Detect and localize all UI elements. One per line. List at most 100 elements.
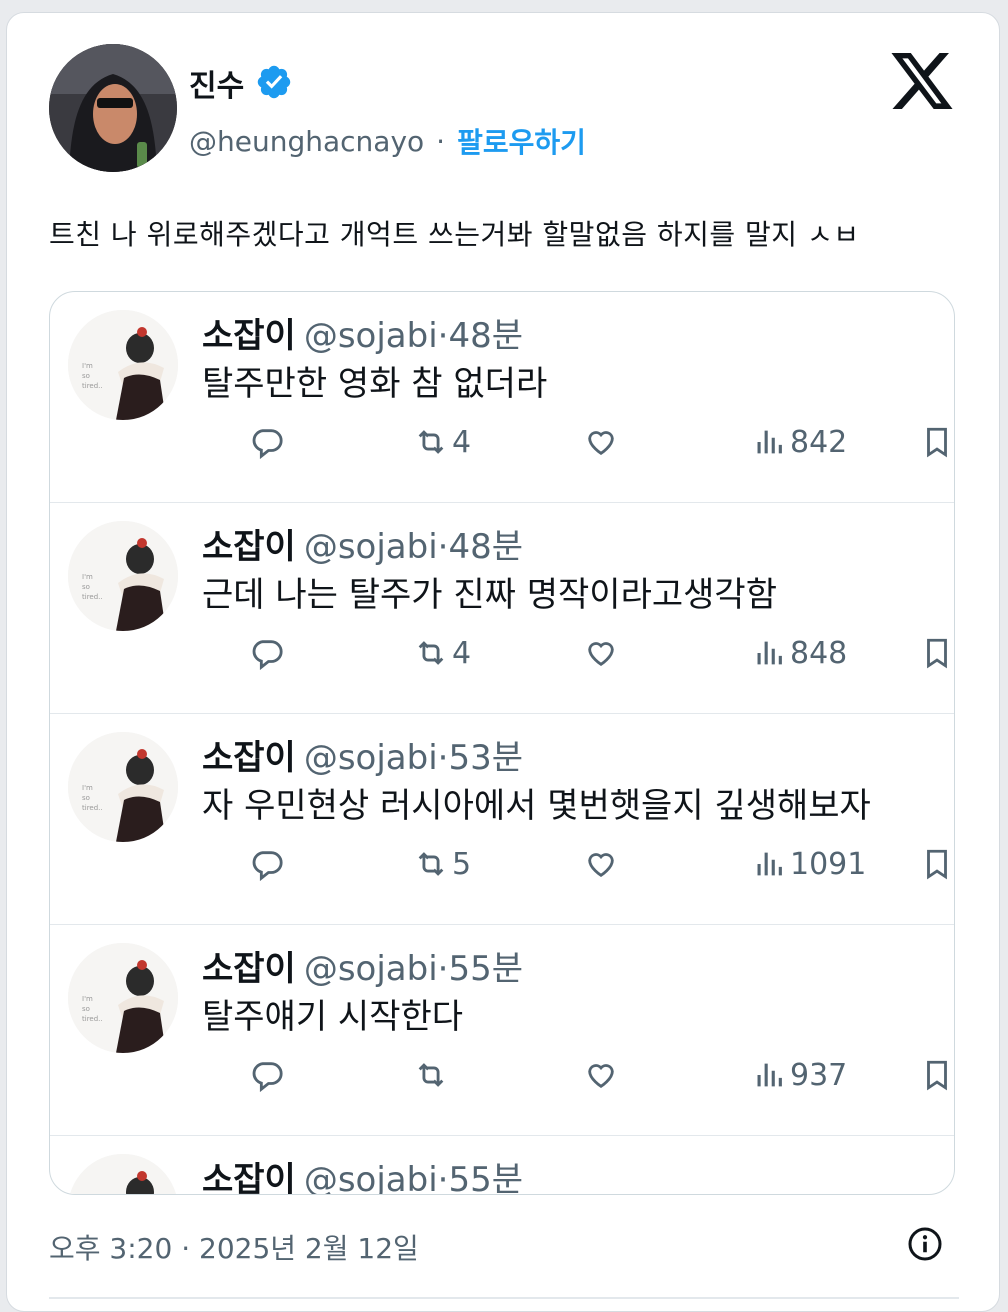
reply-author-handle[interactable]: @sojabi [304, 1160, 438, 1194]
reply-author-handle[interactable]: @sojabi [304, 527, 438, 567]
retweet-button[interactable] [414, 1053, 452, 1097]
bookmark-icon [927, 1060, 947, 1091]
reply-author-name[interactable]: 소잡이 [202, 738, 296, 778]
reply-tweet[interactable]: I'm so tired.. 소잡이 @sojabi·55분탈주얘기 시작한다 937 [50, 925, 954, 1136]
bookmark-button[interactable] [920, 842, 954, 886]
bookmark-button[interactable] [920, 631, 954, 675]
retweet-count: 5 [452, 846, 472, 882]
reply-author-name[interactable]: 소잡이 [202, 1160, 296, 1194]
reply-button[interactable] [250, 842, 284, 886]
separator-dot: · [436, 124, 446, 158]
follow-button[interactable]: 팔로우하기 [457, 121, 586, 161]
svg-text:tired..: tired.. [82, 804, 103, 812]
reply-icon [252, 851, 283, 881]
reply-header: 소잡이 @sojabi·55분 [202, 941, 523, 990]
reply-time: ·48분 [437, 316, 524, 356]
svg-text:I'm: I'm [82, 362, 93, 370]
like-button[interactable] [584, 420, 618, 464]
reply-avatar[interactable]: I'm so tired.. [68, 943, 178, 1053]
reply-avatar[interactable]: I'm so tired.. [68, 521, 178, 631]
divider [49, 1297, 959, 1299]
reply-author-name[interactable]: 소잡이 [202, 949, 296, 989]
retweet-button[interactable]: 5 [414, 842, 471, 886]
reply-icon [252, 429, 283, 459]
views-count: 848 [790, 635, 848, 671]
reply-tweet[interactable]: I'msotired.. 소잡이@sojabi·55분 [50, 1136, 954, 1194]
reply-author-name[interactable]: 소잡이 [202, 316, 296, 356]
reply-actions: 4 848 [200, 631, 947, 675]
retweet-count: 4 [452, 424, 472, 460]
retweet-icon [418, 641, 444, 665]
like-button[interactable] [584, 842, 618, 886]
reply-actions: 4 842 [200, 420, 947, 464]
reply-icon [252, 640, 283, 670]
reply-author-name[interactable]: 소잡이 [202, 527, 296, 567]
reply-author-handle[interactable]: @sojabi [304, 316, 438, 356]
retweet-button[interactable]: 4 [414, 420, 471, 464]
svg-text:I'm: I'm [82, 995, 93, 1003]
retweet-button[interactable]: 4 [414, 631, 471, 675]
views-button[interactable]: 848 [752, 631, 847, 675]
info-icon[interactable] [907, 1226, 943, 1262]
author-name[interactable]: 진수 [189, 61, 244, 105]
svg-text:tired..: tired.. [82, 593, 103, 601]
views-icon [757, 430, 782, 454]
svg-text:so: so [82, 1005, 90, 1013]
reply-icon [252, 1062, 283, 1092]
bookmark-icon [927, 849, 947, 880]
views-button[interactable]: 1091 [752, 842, 866, 886]
author-avatar[interactable] [49, 44, 177, 172]
reply-header: 소잡이 @sojabi·53분 [202, 730, 523, 779]
svg-text:so: so [82, 372, 90, 380]
retweet-icon [418, 852, 444, 876]
retweet-count: 4 [452, 635, 472, 671]
views-icon [757, 852, 782, 876]
like-button[interactable] [584, 631, 618, 675]
svg-text:so: so [82, 583, 90, 591]
bookmark-button[interactable] [920, 1053, 954, 1097]
svg-text:tired..: tired.. [82, 1015, 103, 1023]
like-icon [588, 642, 614, 667]
reply-avatar[interactable]: I'msotired.. [68, 310, 178, 420]
reply-tweet[interactable]: I'm so tired.. 소잡이 @sojabi·53분자 우민현상 러시아에서 몇… [50, 714, 954, 925]
reply-avatar[interactable]: I'm so tired.. [68, 732, 178, 842]
reply-time: ·55분 [437, 949, 524, 989]
reply-text: 자 우민현상 러시아에서 몇번햇을지 깊생해보자 [202, 786, 871, 826]
reply-button[interactable] [250, 1053, 284, 1097]
tweet-timestamp[interactable]: 오후 3:20 · 2025년 2월 12일 [49, 1227, 419, 1267]
views-button[interactable]: 937 [752, 1053, 847, 1097]
reply-text: 탈주얘기 시작한다 [202, 997, 464, 1037]
reply-header: 소잡이 @sojabi·48분 [202, 519, 523, 568]
like-button[interactable] [584, 1053, 618, 1097]
tweet-card: 진수 @heunghacnayo · 팔로우하기 트친 나 위로해주겠다고 개억… [6, 12, 1000, 1312]
views-button[interactable]: 842 [752, 420, 847, 464]
bookmark-button[interactable] [920, 420, 954, 464]
x-logo-icon[interactable] [891, 53, 953, 109]
reply-tweet[interactable]: I'm so tired.. 소잡이 @sojabi·48분 탈주만한 영화 참 없더라 4… [50, 292, 954, 503]
reply-text: 탈주만한 영화 참 없더라 [202, 364, 548, 404]
author-handle[interactable]: @heunghacnayo [189, 125, 424, 158]
views-count: 1091 [790, 846, 867, 882]
embedded-thread-image[interactable]: I'm so tired.. 소잡이 @sojabi·48분 탈주만한 영화 참 없더라 4… [49, 291, 955, 1195]
reply-time: ·53분 [437, 738, 524, 778]
views-icon [757, 1063, 782, 1087]
reply-author-handle[interactable]: @sojabi [304, 949, 438, 989]
bookmark-icon [927, 638, 947, 669]
retweet-icon [418, 1063, 444, 1087]
reply-button[interactable] [250, 631, 284, 675]
reply-author-handle[interactable]: @sojabi [304, 738, 438, 778]
svg-text:I'm: I'm [82, 784, 93, 792]
like-icon [588, 1064, 614, 1089]
reply-tweet[interactable]: I'm so tired.. 소잡이 @sojabi·48분근데 나는 탈주가 진짜 명… [50, 503, 954, 714]
views-count: 937 [790, 1057, 848, 1093]
views-count: 842 [790, 424, 848, 460]
reply-avatar[interactable]: I'msotired.. [68, 1154, 178, 1194]
svg-text:I'm: I'm [82, 573, 93, 581]
reply-actions: 937 [200, 1053, 947, 1097]
svg-text:so: so [82, 794, 90, 802]
reply-time: ·48분 [437, 527, 524, 567]
reply-text: 근데 나는 탈주가 진짜 명작이라고생각함 [202, 575, 777, 615]
bookmark-icon [927, 427, 947, 458]
reply-button[interactable] [250, 420, 284, 464]
reply-actions: 5 1091 [200, 842, 947, 886]
